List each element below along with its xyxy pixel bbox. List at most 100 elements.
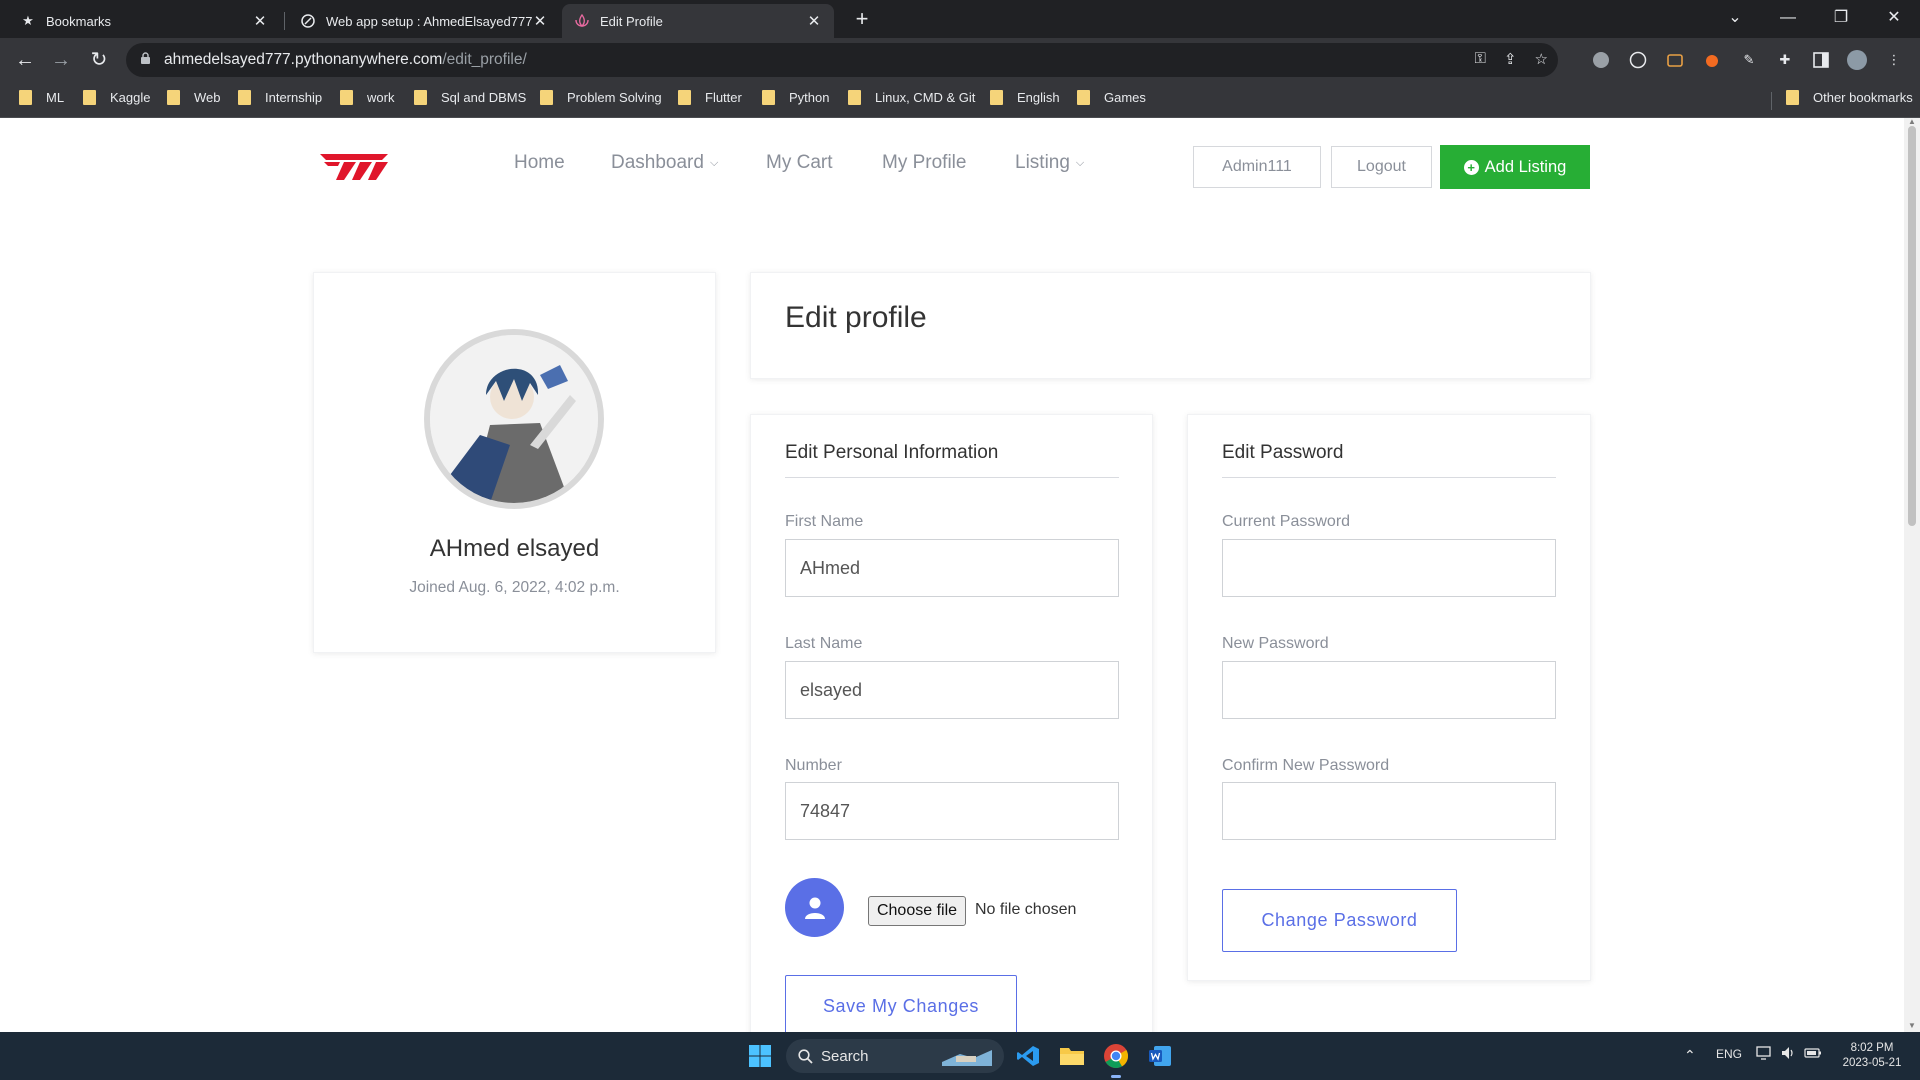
nav-listing-label: Listing bbox=[1015, 152, 1070, 173]
vscode-icon[interactable] bbox=[1012, 1040, 1044, 1072]
nav-dashboard-label: Dashboard bbox=[611, 152, 704, 173]
bookmark-folder[interactable]: Linux, CMD & Git bbox=[848, 90, 975, 105]
battery-icon[interactable] bbox=[1804, 1045, 1822, 1064]
fox-extension-icon[interactable] bbox=[1701, 49, 1723, 71]
taskbar-search[interactable]: Search bbox=[786, 1039, 1004, 1073]
adblock-extension-icon[interactable] bbox=[1590, 49, 1612, 71]
change-password-button[interactable]: Change Password bbox=[1222, 889, 1457, 952]
nav-my-profile-link[interactable]: My Profile bbox=[882, 152, 966, 174]
volume-icon[interactable] bbox=[1780, 1045, 1796, 1064]
choose-file-button[interactable]: Choose file bbox=[868, 896, 966, 926]
folder-icon bbox=[848, 90, 861, 105]
page-scrollbar[interactable]: ▲ ▼ bbox=[1904, 118, 1920, 1032]
profile-avatar-icon[interactable] bbox=[1846, 49, 1868, 71]
back-arrow-icon[interactable]: ← bbox=[11, 46, 39, 74]
bookmark-folder[interactable]: Kaggle bbox=[83, 90, 150, 105]
avatar[interactable] bbox=[424, 329, 604, 509]
bookmark-label: Other bookmarks bbox=[1813, 90, 1913, 105]
t1-logo[interactable] bbox=[318, 152, 390, 182]
new-tab-button[interactable]: + bbox=[848, 6, 876, 34]
orange-extension-icon[interactable] bbox=[1664, 49, 1686, 71]
number-field[interactable] bbox=[785, 782, 1119, 840]
forward-arrow-icon[interactable]: → bbox=[47, 46, 75, 74]
minimize-icon[interactable]: — bbox=[1763, 0, 1813, 38]
bookmark-folder[interactable]: Flutter bbox=[678, 90, 742, 105]
scroll-down-icon[interactable]: ▼ bbox=[1907, 1022, 1917, 1030]
reload-icon[interactable]: ↻ bbox=[85, 46, 113, 74]
bookmark-label: ML bbox=[46, 90, 65, 105]
bookmark-label: Games bbox=[1104, 90, 1146, 105]
word-icon[interactable] bbox=[1144, 1040, 1176, 1072]
language-indicator[interactable]: ENG bbox=[1716, 1047, 1742, 1061]
user-account-button[interactable]: Admin111 bbox=[1193, 146, 1321, 188]
key-icon[interactable]: ⚿ bbox=[1475, 50, 1486, 68]
tab-search-chevron-icon[interactable]: ⌄ bbox=[1710, 0, 1760, 38]
tab-web-app-setup[interactable]: Web app setup : AhmedElsayed777 ✕ bbox=[288, 4, 560, 38]
bookmark-folder[interactable]: English bbox=[990, 90, 1060, 105]
address-bar[interactable]: ahmedelsayed777.pythonanywhere.com/edit_… bbox=[126, 43, 1558, 77]
scroll-thumb[interactable] bbox=[1908, 126, 1916, 526]
confirm-password-field[interactable] bbox=[1222, 782, 1556, 840]
restore-icon[interactable]: ❐ bbox=[1816, 0, 1866, 38]
last-name-field[interactable] bbox=[785, 661, 1119, 719]
file-status: No file chosen bbox=[975, 901, 1077, 918]
windows-start-icon[interactable] bbox=[744, 1040, 776, 1072]
folder-icon bbox=[414, 90, 427, 105]
bookmark-folder[interactable]: Web bbox=[167, 90, 221, 105]
bookmark-folder[interactable]: ML bbox=[19, 90, 64, 105]
w-extension-icon[interactable] bbox=[1627, 49, 1649, 71]
personal-info-card: Edit Personal Information First Name Las… bbox=[750, 414, 1153, 1032]
tab-edit-profile[interactable]: Edit Profile ✕ bbox=[562, 4, 834, 38]
clock-date: 2023-05-21 bbox=[1842, 1057, 1902, 1069]
share-icon[interactable]: ⇪ bbox=[1504, 50, 1517, 68]
nav-home-label: Home bbox=[514, 152, 565, 173]
current-password-field[interactable] bbox=[1222, 539, 1556, 597]
puzzle-extensions-icon[interactable]: ✚ bbox=[1774, 49, 1796, 71]
network-icon[interactable] bbox=[1756, 1045, 1774, 1064]
taskbar-clock[interactable]: 8:02 PM 2023-05-21 bbox=[1832, 1041, 1912, 1071]
avatar-illustration bbox=[430, 335, 598, 503]
confirm-password-label: Confirm New Password bbox=[1222, 757, 1390, 774]
add-listing-button[interactable]: + Add Listing bbox=[1440, 145, 1590, 189]
user-icon bbox=[785, 878, 844, 937]
bookmark-label: Python bbox=[789, 90, 830, 105]
nav-dashboard-dropdown[interactable]: Dashboard ⌵ bbox=[611, 152, 718, 174]
close-icon[interactable]: ✕ bbox=[252, 12, 268, 30]
new-password-field[interactable] bbox=[1222, 661, 1556, 719]
tab-title: Bookmarks bbox=[46, 13, 112, 29]
bookmark-label: Linux, CMD & Git bbox=[875, 90, 976, 105]
section-divider bbox=[1222, 477, 1556, 478]
bookmark-star-icon[interactable]: ☆ bbox=[1535, 50, 1548, 68]
chrome-icon[interactable] bbox=[1100, 1040, 1132, 1072]
nav-listing-dropdown[interactable]: Listing ⌵ bbox=[1015, 152, 1084, 174]
window-close-icon[interactable]: ✕ bbox=[1869, 0, 1919, 38]
side-panel-icon[interactable] bbox=[1810, 49, 1832, 71]
pen-extension-icon[interactable]: ✎ bbox=[1738, 49, 1760, 71]
bookmark-label: Kaggle bbox=[110, 90, 151, 105]
add-listing-label: Add Listing bbox=[1484, 157, 1567, 176]
bookmark-folder[interactable]: Games bbox=[1077, 90, 1146, 105]
nav-home-link[interactable]: Home bbox=[514, 152, 565, 174]
bookmark-folder[interactable]: Sql and DBMS bbox=[414, 90, 526, 105]
new-password-label: New Password bbox=[1222, 635, 1329, 652]
bookmark-folder[interactable]: Internship bbox=[238, 90, 322, 105]
url-text: ahmedelsayed777.pythonanywhere.com/edit_… bbox=[164, 51, 527, 69]
scroll-up-icon[interactable]: ▲ bbox=[1907, 118, 1917, 126]
save-changes-button[interactable]: Save My Changes bbox=[785, 975, 1017, 1032]
kebab-menu-icon[interactable]: ⋮ bbox=[1883, 49, 1905, 71]
tab-bookmarks[interactable]: ★ Bookmarks ✕ bbox=[8, 4, 280, 38]
close-icon[interactable]: ✕ bbox=[532, 12, 548, 30]
tray-chevron-up-icon[interactable]: ⌃ bbox=[1684, 1047, 1696, 1064]
bookmark-folder[interactable]: Python bbox=[762, 90, 829, 105]
other-bookmarks-folder[interactable]: Other bookmarks bbox=[1786, 90, 1913, 105]
close-icon[interactable]: ✕ bbox=[806, 12, 822, 30]
first-name-field[interactable] bbox=[785, 539, 1119, 597]
search-label: Search bbox=[821, 1047, 869, 1065]
logout-button[interactable]: Logout bbox=[1331, 146, 1432, 188]
folder-icon bbox=[83, 90, 96, 105]
bookmark-folder[interactable]: work bbox=[340, 90, 394, 105]
nav-my-cart-label: My Cart bbox=[766, 152, 833, 173]
nav-my-cart-link[interactable]: My Cart bbox=[766, 152, 833, 174]
file-explorer-icon[interactable] bbox=[1056, 1040, 1088, 1072]
bookmark-folder[interactable]: Problem Solving bbox=[540, 90, 662, 105]
